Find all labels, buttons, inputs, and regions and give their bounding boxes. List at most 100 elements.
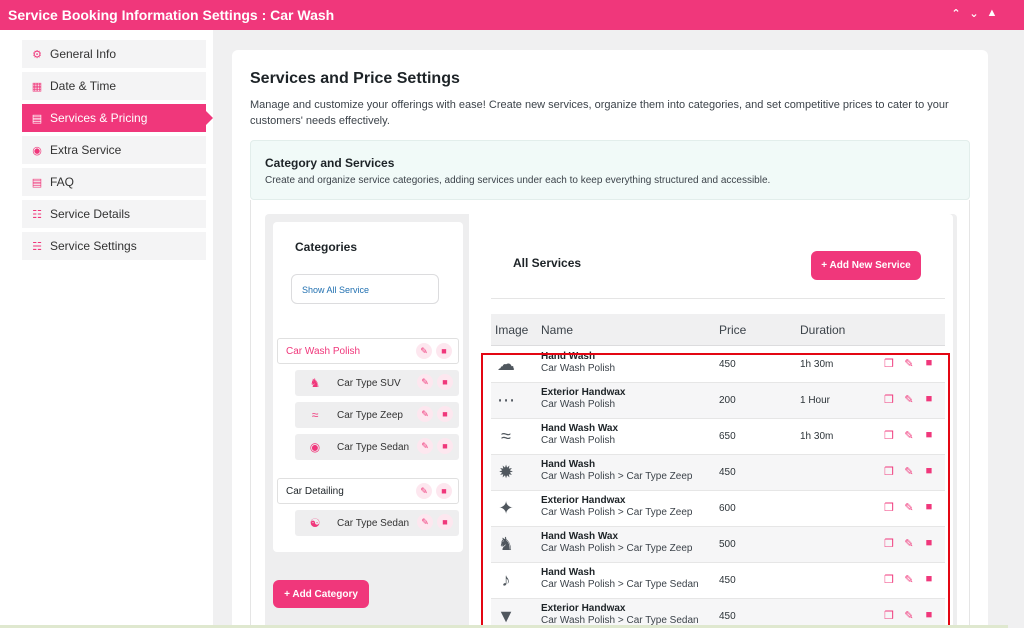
service-name: Hand Wash Wax (541, 531, 619, 542)
service-price: 450 (719, 575, 736, 586)
trash-icon[interactable]: ■ (437, 438, 453, 454)
sidebar-item-faq[interactable]: ▤ FAQ (22, 168, 206, 196)
services-table-header: Image Name Price Duration (491, 314, 945, 346)
edit-icon[interactable]: ✎ (903, 573, 915, 586)
subcategory-car-type-suv[interactable]: ♞ Car Type SUV ✎ ■ (295, 370, 459, 396)
edit-icon[interactable]: ✎ (903, 465, 915, 478)
service-name: Hand Wash (541, 459, 596, 470)
edit-icon[interactable]: ✎ (416, 343, 432, 359)
page-scrollbar[interactable] (1008, 0, 1024, 628)
edit-icon[interactable]: ✎ (903, 429, 915, 442)
copy-icon[interactable]: ❐ (883, 501, 895, 514)
edit-icon[interactable]: ✎ (903, 357, 915, 370)
edit-icon[interactable]: ✎ (417, 374, 433, 390)
cocktail-icon: ▼ (497, 606, 515, 626)
window-title: Service Booking Information Settings : C… (8, 7, 335, 23)
water-icon: ≈ (501, 426, 511, 446)
sidebar-item-service-settings[interactable]: ☵ Service Settings (22, 232, 206, 260)
page-description: Manage and customize your offerings with… (250, 99, 949, 127)
copy-icon[interactable]: ❐ (883, 609, 895, 622)
service-category: Car Wash Polish (541, 399, 616, 410)
copy-icon[interactable]: ❐ (883, 357, 895, 370)
trash-icon[interactable]: ■ (923, 501, 935, 514)
categories-title: Categories (295, 240, 358, 254)
service-duration: 1h 30m (800, 431, 834, 442)
trash-icon[interactable]: ■ (923, 357, 935, 370)
settings-sidebar: ⚙ General Info ▦ Date & Time ▤ Services … (0, 30, 213, 628)
trash-icon[interactable]: ■ (923, 429, 935, 442)
edit-icon[interactable]: ✎ (903, 393, 915, 406)
chevron-down-icon[interactable]: ⌄ (968, 7, 980, 20)
copy-icon[interactable]: ❐ (883, 537, 895, 550)
copy-icon[interactable]: ❐ (883, 465, 895, 478)
spider-icon: ✹ (498, 462, 514, 482)
chevron-up-icon[interactable]: ⌃ (950, 7, 962, 20)
paw-icon: ⋯ (497, 390, 515, 410)
sidebar-item-label: Services & Pricing (50, 111, 148, 125)
subcategory-car-type-zeep[interactable]: ≈ Car Type Zeep ✎ ■ (295, 402, 459, 428)
sitemap-icon: ☵ (32, 240, 42, 253)
sidebar-item-label: Service Settings (50, 239, 137, 253)
table-row[interactable]: ≈ Hand Wash Wax Car Wash Polish 650 1h 30… (491, 419, 945, 455)
sidebar-item-label: Extra Service (50, 143, 122, 157)
column-duration: Duration (800, 322, 846, 337)
trash-icon[interactable]: ■ (923, 609, 935, 622)
service-price: 450 (719, 359, 736, 370)
triangle-up-icon[interactable]: ▲ (986, 7, 998, 20)
add-category-button[interactable]: + Add Category (273, 580, 369, 608)
service-duration: 1h 30m (800, 359, 834, 370)
faq-icon: ▤ (31, 176, 43, 189)
subcategory-car-type-sedan[interactable]: ◉ Car Type Sedan ✎ ■ (295, 434, 459, 460)
service-price: 500 (719, 539, 736, 550)
trash-icon[interactable]: ■ (437, 406, 453, 422)
service-category: Car Wash Polish (541, 363, 616, 374)
sidebar-item-services-pricing[interactable]: ▤ Services & Pricing (22, 104, 213, 132)
edit-icon[interactable]: ✎ (416, 483, 432, 499)
edit-icon[interactable]: ✎ (417, 406, 433, 422)
trash-icon[interactable]: ■ (437, 374, 453, 390)
sidebar-item-service-details[interactable]: ☷ Service Details (22, 200, 206, 228)
subcategory-car-type-sedan-detailing[interactable]: ☯ Car Type Sedan ✎ ■ (295, 510, 459, 536)
frog-icon: ☁ (497, 354, 515, 374)
trash-icon[interactable]: ■ (436, 343, 452, 359)
trash-icon[interactable]: ■ (923, 537, 935, 550)
service-category: Car Wash Polish (541, 435, 616, 446)
add-new-service-button[interactable]: + Add New Service (811, 251, 921, 280)
copy-icon[interactable]: ❐ (883, 573, 895, 586)
gift-icon: ◉ (32, 144, 42, 157)
edit-icon[interactable]: ✎ (417, 438, 433, 454)
column-name: Name (541, 322, 574, 337)
sidebar-item-general-info[interactable]: ⚙ General Info (22, 40, 206, 68)
trash-icon[interactable]: ■ (923, 573, 935, 586)
table-row[interactable]: ♞ Hand Wash Wax Car Wash Polish > Car Typ… (491, 527, 945, 563)
trash-icon[interactable]: ■ (436, 483, 452, 499)
section-title: Category and Services (265, 156, 395, 170)
copy-icon[interactable]: ❐ (883, 429, 895, 442)
category-car-detailing[interactable]: Car Detailing ✎ ■ (277, 478, 459, 504)
trash-icon[interactable]: ■ (923, 465, 935, 478)
table-row[interactable]: ☁ Hand Wash Car Wash Polish 450 1h 30m ❐ ✎… (491, 347, 945, 383)
edit-icon[interactable]: ✎ (903, 537, 915, 550)
edit-icon[interactable]: ✎ (903, 501, 915, 514)
edit-icon[interactable]: ✎ (903, 609, 915, 622)
sidebar-item-extra-service[interactable]: ◉ Extra Service (22, 136, 206, 164)
service-category: Car Wash Polish > Car Type Zeep (541, 543, 693, 554)
gear-icon: ⚙ (32, 48, 42, 61)
sidebar-item-label: General Info (50, 47, 117, 61)
sidebar-item-date-time[interactable]: ▦ Date & Time (22, 72, 206, 100)
table-row[interactable]: ♪ Hand Wash Car Wash Polish > Car Type Se… (491, 563, 945, 599)
category-label: Car Wash Polish (286, 345, 361, 357)
show-all-service-button[interactable]: Show All Service (291, 274, 439, 304)
table-row[interactable]: ⋯ Exterior Handwax Car Wash Polish 200 1 … (491, 383, 945, 419)
copy-icon[interactable]: ❐ (883, 393, 895, 406)
car-icon: ◉ (309, 440, 321, 454)
spiral-icon: ☯ (309, 516, 321, 530)
table-row[interactable]: ▼ Exterior Handwax Car Wash Polish > Car … (491, 599, 945, 628)
trash-icon[interactable]: ■ (437, 514, 453, 530)
table-row[interactable]: ✹ Hand Wash Car Wash Polish > Car Type Ze… (491, 455, 945, 491)
category-car-wash-polish[interactable]: Car Wash Polish ✎ ■ (277, 338, 459, 364)
trash-icon[interactable]: ■ (923, 393, 935, 406)
edit-icon[interactable]: ✎ (417, 514, 433, 530)
table-row[interactable]: ✦ Exterior Handwax Car Wash Polish > Car … (491, 491, 945, 527)
list-icon: ☷ (32, 208, 42, 221)
